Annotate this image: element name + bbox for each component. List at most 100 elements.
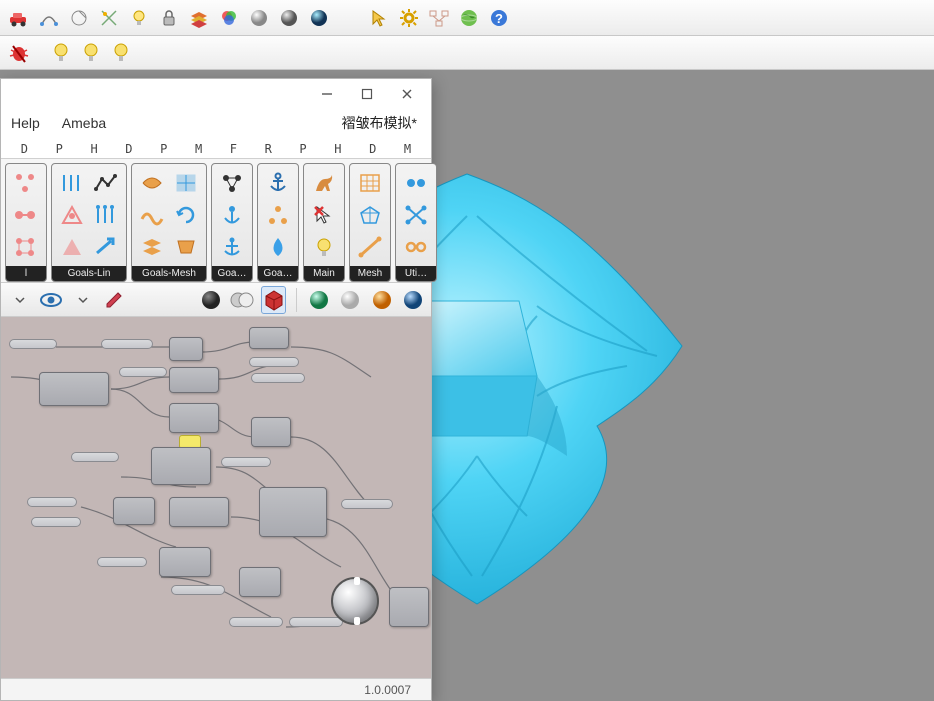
tab-letter[interactable]: D [111, 142, 146, 158]
tab-letter[interactable]: H [320, 142, 355, 158]
gh-param[interactable] [9, 339, 57, 349]
cursor-red-icon[interactable] [308, 200, 340, 230]
eye-icon[interactable] [38, 286, 64, 314]
tab-letter[interactable]: P [286, 142, 321, 158]
gh-param[interactable] [221, 457, 271, 467]
bulb-yellow-icon[interactable] [48, 40, 74, 66]
gh-param[interactable] [341, 499, 393, 509]
drop-blue-icon[interactable] [262, 232, 294, 262]
gh-node[interactable] [249, 327, 289, 349]
tab-letter[interactable]: D [355, 142, 390, 158]
gh-param[interactable] [31, 517, 81, 527]
bars2-blue-icon[interactable] [90, 200, 122, 230]
car-icon[interactable] [6, 5, 32, 31]
anchor-blue-icon[interactable] [216, 200, 248, 230]
kangaroo-icon[interactable] [308, 168, 340, 198]
gh-param[interactable] [101, 339, 153, 349]
sphere-blue-icon[interactable] [306, 5, 332, 31]
dots-orange2-icon[interactable] [10, 232, 42, 262]
cube-red-icon[interactable] [261, 286, 286, 314]
sphere-green-icon[interactable] [307, 286, 332, 314]
cycle-blue-icon[interactable] [170, 200, 202, 230]
close-button[interactable] [387, 80, 427, 108]
canvas-compass[interactable] [331, 577, 379, 625]
cursor-icon[interactable] [366, 5, 392, 31]
line-orange-icon[interactable] [354, 232, 386, 262]
tab-letter[interactable]: H [77, 142, 112, 158]
minimize-button[interactable] [307, 80, 347, 108]
swirl-orange-icon[interactable] [136, 168, 168, 198]
sphere-white-icon[interactable] [338, 286, 363, 314]
globe-icon[interactable] [456, 5, 482, 31]
chevron-down-icon[interactable] [7, 286, 32, 314]
quad2-orange-icon[interactable] [170, 232, 202, 262]
pencil-icon[interactable] [101, 286, 126, 314]
arrow-blue-icon[interactable] [90, 232, 122, 262]
menu-help[interactable]: Help [11, 115, 40, 131]
arc2-icon[interactable] [66, 5, 92, 31]
discs-icon[interactable] [229, 286, 255, 314]
help-icon[interactable]: ? [486, 5, 512, 31]
gear-icon[interactable] [396, 5, 422, 31]
lightbulb-icon[interactable] [126, 5, 152, 31]
lock-icon[interactable] [156, 5, 182, 31]
anchor-blue2-icon[interactable] [216, 232, 248, 262]
bulb-yellow2-icon[interactable] [78, 40, 104, 66]
arc-icon[interactable] [36, 5, 62, 31]
chevron-down-icon[interactable] [70, 286, 95, 314]
anchor-icon[interactable] [262, 168, 294, 198]
maximize-button[interactable] [347, 80, 387, 108]
quad-orange-icon[interactable] [136, 232, 168, 262]
trim-icon[interactable] [96, 5, 122, 31]
chain-orange-icon[interactable] [400, 232, 432, 262]
sphere-orange-icon[interactable] [369, 286, 394, 314]
sphere-shadow-icon[interactable] [276, 5, 302, 31]
cross-blue-icon[interactable] [400, 200, 432, 230]
window-titlebar[interactable] [1, 79, 431, 109]
gh-param[interactable] [171, 585, 225, 595]
tri-dots-icon[interactable] [262, 200, 294, 230]
gh-node[interactable] [169, 497, 229, 527]
tab-letter[interactable]: R [251, 142, 286, 158]
tab-letter[interactable]: M [390, 142, 425, 158]
gh-param[interactable] [71, 452, 119, 462]
gh-node[interactable] [169, 337, 203, 361]
gh-node[interactable] [169, 367, 219, 393]
gh-param[interactable] [229, 617, 283, 627]
gh-param[interactable] [27, 497, 77, 507]
gh-param[interactable] [97, 557, 147, 567]
graph-black-icon[interactable] [90, 168, 122, 198]
dots-orange-icon[interactable] [10, 168, 42, 198]
tab-letter[interactable]: P [42, 142, 77, 158]
mesh-blue-icon[interactable] [170, 168, 202, 198]
tri2-orange-icon[interactable] [56, 232, 88, 262]
gh-node[interactable] [151, 447, 211, 485]
tri-orange-icon[interactable] [56, 200, 88, 230]
tab-letter[interactable]: F [216, 142, 251, 158]
menu-ameba[interactable]: Ameba [62, 115, 106, 131]
bug-red-icon[interactable] [6, 40, 32, 66]
gh-param[interactable] [251, 373, 305, 383]
anchor-dots-icon[interactable] [216, 168, 248, 198]
bulb-icon[interactable] [308, 232, 340, 262]
grid-orange-icon[interactable] [354, 168, 386, 198]
link-blue-icon[interactable] [400, 168, 432, 198]
gh-node[interactable] [169, 403, 219, 433]
bulb-yellow3-icon[interactable] [108, 40, 134, 66]
gh-node[interactable] [113, 497, 155, 525]
bars-blue-icon[interactable] [56, 168, 88, 198]
dots-blue-icon[interactable] [10, 200, 42, 230]
gh-canvas[interactable] [1, 317, 431, 678]
gh-param[interactable] [289, 617, 343, 627]
circle-rgb-icon[interactable] [216, 5, 242, 31]
sphere-matcap-icon[interactable] [246, 5, 272, 31]
layers-icon[interactable] [186, 5, 212, 31]
gh-node[interactable] [389, 587, 429, 627]
tab-letter[interactable]: P [146, 142, 181, 158]
tab-letter[interactable]: D [7, 142, 42, 158]
gh-node[interactable] [239, 567, 281, 597]
gh-node[interactable] [159, 547, 211, 577]
diagram-icon[interactable] [426, 5, 452, 31]
sphere-blue-icon[interactable] [400, 286, 425, 314]
tab-letter[interactable]: M [181, 142, 216, 158]
